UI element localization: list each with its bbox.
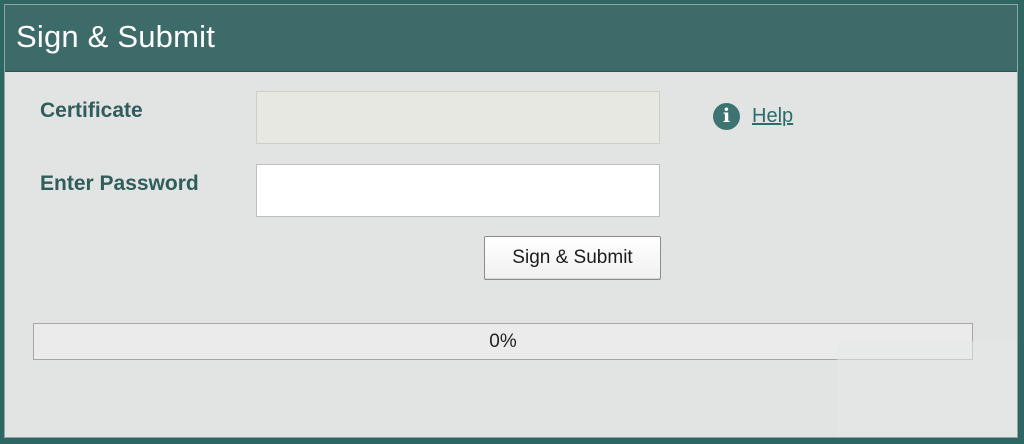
background-overlay — [837, 341, 1017, 437]
certificate-label: Certificate — [40, 99, 143, 122]
password-label: Enter Password — [40, 172, 199, 195]
help-section: i Help — [713, 102, 793, 130]
sign-submit-button[interactable]: Sign & Submit — [484, 236, 661, 280]
progress-bar: 0% — [33, 323, 973, 360]
sign-submit-dialog: Sign & Submit Certificate Enter Password… — [4, 4, 1018, 438]
info-icon[interactable]: i — [713, 102, 740, 130]
progress-label: 0% — [489, 330, 517, 352]
password-field[interactable] — [256, 164, 660, 217]
help-link[interactable]: Help — [752, 105, 793, 128]
title-bar: Sign & Submit — [5, 5, 1017, 72]
dialog-title: Sign & Submit — [16, 19, 216, 54]
certificate-field[interactable] — [256, 91, 660, 144]
